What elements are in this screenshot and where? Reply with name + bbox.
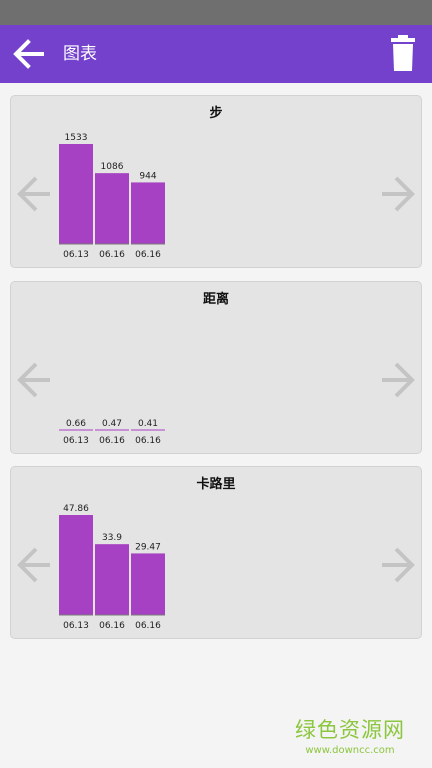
next-button[interactable]: [378, 355, 418, 405]
category-label: 06.16: [135, 621, 161, 631]
bar: [59, 515, 93, 615]
category-label: 06.16: [135, 250, 161, 260]
bar: [59, 144, 93, 244]
category-label: 06.13: [63, 250, 89, 260]
watermark: 绿色资源网 www.downcc.com: [290, 714, 410, 756]
chart-card-steps: 步 1533 06.13 1086 06.16 944 06.16: [10, 95, 422, 268]
category-label: 06.16: [99, 436, 125, 446]
steps-chart: 1533 06.13 1086 06.16 944 06.16: [59, 133, 165, 260]
status-bar: [0, 0, 432, 25]
back-button[interactable]: [8, 33, 50, 75]
bar: [95, 544, 129, 615]
prev-button[interactable]: [14, 540, 54, 590]
arrow-left-icon: [17, 362, 50, 398]
data-label: 944: [139, 171, 156, 181]
delete-button[interactable]: [382, 33, 424, 75]
data-label: 47.86: [63, 504, 89, 514]
watermark-text: 绿色资源网: [295, 718, 405, 742]
arrow-right-icon: [382, 362, 415, 398]
distance-chart: 0.66 06.13 0.47 06.16 0.41 06.16: [59, 419, 165, 446]
category-label: 06.16: [135, 436, 161, 446]
arrow-left-icon: [17, 547, 50, 583]
data-label: 1086: [101, 162, 124, 172]
watermark-url: www.downcc.com: [305, 745, 395, 756]
prev-button[interactable]: [14, 355, 54, 405]
next-button[interactable]: [378, 540, 418, 590]
data-label: 0.41: [138, 419, 158, 429]
bar: [131, 182, 165, 244]
app-bar: 图表: [0, 25, 432, 83]
trash-icon: [391, 35, 415, 71]
data-label: 33.9: [102, 533, 122, 543]
page-title: 图表: [63, 44, 97, 64]
next-button[interactable]: [378, 169, 418, 219]
category-label: 06.13: [63, 621, 89, 631]
data-label: 29.47: [135, 542, 161, 552]
data-label: 0.66: [66, 419, 86, 429]
category-label: 06.13: [63, 436, 89, 446]
category-label: 06.16: [99, 621, 125, 631]
arrow-right-icon: [382, 176, 415, 212]
category-label: 06.16: [99, 250, 125, 260]
arrow-left-icon: [13, 39, 44, 69]
chart-card-distance: 距离 0.66 06.13 0.47 06.16 0.41 06.16: [10, 281, 422, 454]
bar: [131, 553, 165, 615]
data-label: 0.47: [102, 419, 122, 429]
arrow-right-icon: [382, 547, 415, 583]
data-label: 1533: [65, 133, 88, 143]
calories-chart: 47.86 06.13 33.9 06.16 29.47 06.16: [59, 504, 165, 631]
bar: [95, 173, 129, 244]
arrow-left-icon: [17, 176, 50, 212]
prev-button[interactable]: [14, 169, 54, 219]
chart-card-calories: 卡路里 47.86 06.13 33.9 06.16 29.47 06.16: [10, 466, 422, 639]
